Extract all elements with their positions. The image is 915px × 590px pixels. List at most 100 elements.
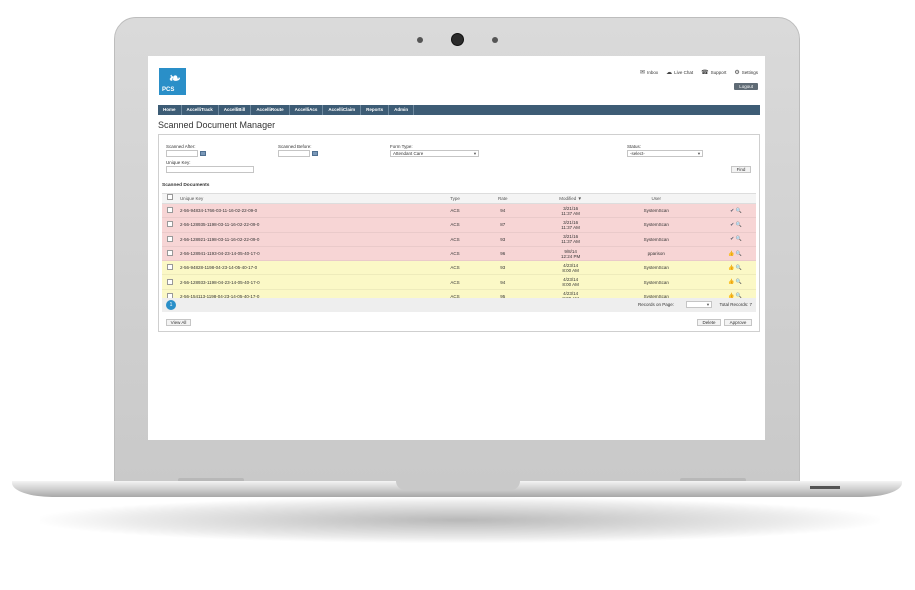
pcs-logo[interactable]: ❧ PCS — [159, 68, 186, 95]
row-unique-key: 2-56-128933-1198-04-23-14-05-40-17-0 — [179, 279, 260, 285]
row-user: pparison — [647, 251, 665, 257]
scanned-after-input[interactable] — [166, 150, 198, 157]
laptop-camera — [451, 33, 464, 46]
nav-admin[interactable]: Admin — [389, 105, 415, 115]
documents-panel: Scanned After: Scanned Before: Form Type… — [158, 134, 760, 332]
row-modified: 3/21/16 11:37 AM — [561, 234, 580, 245]
laptop-shadow — [40, 497, 880, 543]
table-row[interactable]: 2-56-128935-1198-03-11-16-02-22-09-0 ACS… — [162, 218, 756, 233]
gear-icon: ⚙ — [734, 70, 740, 76]
approve-button[interactable]: Approve — [724, 319, 752, 326]
table-row[interactable]: 2-56-128933-1198-04-23-14-05-40-17-0 ACS… — [162, 275, 756, 290]
select-all-checkbox[interactable] — [166, 194, 173, 200]
row-type: ACS — [450, 265, 460, 271]
mail-icon: ✉ — [640, 70, 646, 76]
col-user[interactable]: User — [614, 194, 698, 203]
form-type-label: Form Type: — [390, 144, 413, 149]
row-unique-key: 2-56-128921-1198-03-11-16-02-22-09-0 — [179, 236, 260, 242]
phone-icon: ☎ — [701, 70, 709, 76]
row-actions-icon[interactable]: ✔ 🔍 — [698, 222, 756, 228]
nav-accelliclaim[interactable]: AccelliClaim — [323, 105, 362, 115]
page-button-1[interactable]: 1 — [166, 300, 176, 310]
row-rate: 94 — [500, 279, 506, 285]
status-label: Status: — [627, 144, 642, 149]
nav-home[interactable]: Home — [158, 105, 182, 115]
row-modified: 3/21/16 11:37 AM — [561, 205, 580, 216]
nav-accellitrack[interactable]: AccelliTrack — [182, 105, 219, 115]
records-per-page-select[interactable]: ▼ — [686, 301, 712, 308]
row-type: ACS — [450, 251, 460, 257]
form-type-select[interactable]: Attendant Care ▼ — [390, 150, 479, 157]
live-chat-link[interactable]: ☁ Live Chat — [666, 69, 693, 76]
logo-text: PCS — [162, 87, 175, 93]
row-user: SystemScan — [643, 279, 669, 285]
row-user: SystemScan — [643, 222, 669, 228]
records-on-page-label: Records on Page: — [637, 302, 674, 307]
calendar-icon[interactable] — [200, 151, 206, 156]
table-header: Unique Key Type Rate Modified ▼ User — [162, 193, 756, 204]
col-unique-key[interactable]: Unique Key — [178, 194, 431, 203]
row-rate: 94 — [500, 208, 506, 214]
laptop-sensor-dot-left — [417, 37, 423, 43]
table-row[interactable]: 2-56-128921-1198-03-11-16-02-22-09-0 ACS… — [162, 232, 756, 247]
laptop-base-notch — [396, 481, 520, 490]
documents-table: Unique Key Type Rate Modified ▼ User 2-5… — [162, 193, 756, 305]
row-rate: 93 — [500, 265, 506, 271]
nav-accelliacs[interactable]: AccelliAcs — [290, 105, 324, 115]
row-modified: 4/23/148:00 AM — [562, 277, 579, 288]
row-actions-icon[interactable]: 👍 🔍 — [698, 251, 756, 257]
section-title: Scanned Documents — [162, 183, 210, 188]
settings-link[interactable]: ⚙ Settings — [734, 69, 758, 76]
table-row[interactable]: 2-56-94828-1198-04-23-14-05-40-17-0 ACS … — [162, 261, 756, 276]
support-link[interactable]: ☎ Support — [701, 69, 726, 76]
laptop-sensor-dot-right — [492, 37, 498, 43]
col-modified[interactable]: Modified ▼ — [527, 194, 615, 203]
row-rate: 93 — [500, 236, 506, 242]
logout-button[interactable]: Logout — [734, 83, 758, 90]
top-links: ✉ Inbox ☁ Live Chat ☎ Support ⚙ Settings — [640, 69, 758, 76]
find-button[interactable]: Find — [731, 166, 751, 173]
inbox-link[interactable]: ✉ Inbox — [640, 69, 658, 76]
chevron-down-icon: ▼ — [473, 151, 477, 156]
nav-accellibill[interactable]: AccelliBill — [219, 105, 252, 115]
row-checkbox[interactable] — [166, 278, 173, 285]
unique-key-input[interactable] — [166, 166, 254, 173]
row-modified: 3/21/16 11:37 AM — [561, 219, 580, 230]
pager-bar: 1 Records on Page: ▼ Total Records: 7 — [162, 298, 756, 312]
col-rate[interactable]: Rate — [479, 194, 527, 203]
chevron-down-icon: ▼ — [706, 302, 710, 307]
col-type[interactable]: Type — [431, 194, 479, 203]
scanned-after-label: Scanned After: — [166, 144, 196, 149]
row-actions-icon[interactable]: ✔ 🔍 — [698, 208, 756, 214]
table-row[interactable]: 2-56-94834-1766-03-11-16-02-22-09-0 ACS … — [162, 204, 756, 219]
nav-reports[interactable]: Reports — [361, 105, 390, 115]
row-type: ACS — [450, 279, 460, 285]
delete-button[interactable]: Delete — [697, 319, 721, 326]
row-checkbox[interactable] — [166, 250, 173, 257]
row-unique-key: 2-56-94828-1198-04-23-14-05-40-17-0 — [179, 265, 258, 271]
scanned-before-input[interactable] — [278, 150, 310, 157]
row-unique-key: 2-56-94834-1766-03-11-16-02-22-09-0 — [179, 208, 258, 214]
row-checkbox[interactable] — [166, 207, 173, 214]
row-user: SystemScan — [643, 236, 669, 242]
chevron-down-icon: ▼ — [697, 151, 701, 156]
row-type: ACS — [450, 208, 460, 214]
app-screen: ❧ PCS ✉ Inbox ☁ Live Chat ☎ Support ⚙ Settin… — [148, 56, 765, 440]
row-checkbox[interactable] — [166, 264, 173, 271]
laptop-led — [810, 486, 840, 489]
view-all-button[interactable]: View All — [166, 319, 191, 326]
table-row[interactable]: 2-56-128941-1193-04-23-14-05-40-17-0 ACS… — [162, 246, 756, 262]
status-select[interactable]: -select- ▼ — [627, 150, 703, 157]
row-actions-icon[interactable]: 👍 🔍 — [698, 279, 756, 285]
row-checkbox[interactable] — [166, 221, 173, 228]
col-actions — [698, 194, 756, 203]
row-type: ACS — [450, 222, 460, 228]
calendar-icon[interactable] — [312, 151, 318, 156]
row-user: SystemScan — [643, 208, 669, 214]
row-unique-key: 2-56-128935-1198-03-11-16-02-22-09-0 — [179, 222, 260, 228]
row-actions-icon[interactable]: 👍 🔍 — [698, 265, 756, 271]
row-modified: 4/23/148:00 AM — [562, 262, 579, 273]
row-checkbox[interactable] — [166, 235, 173, 242]
nav-accelliroute[interactable]: AccelliRoute — [251, 105, 290, 115]
row-actions-icon[interactable]: ✔ 🔍 — [698, 236, 756, 242]
